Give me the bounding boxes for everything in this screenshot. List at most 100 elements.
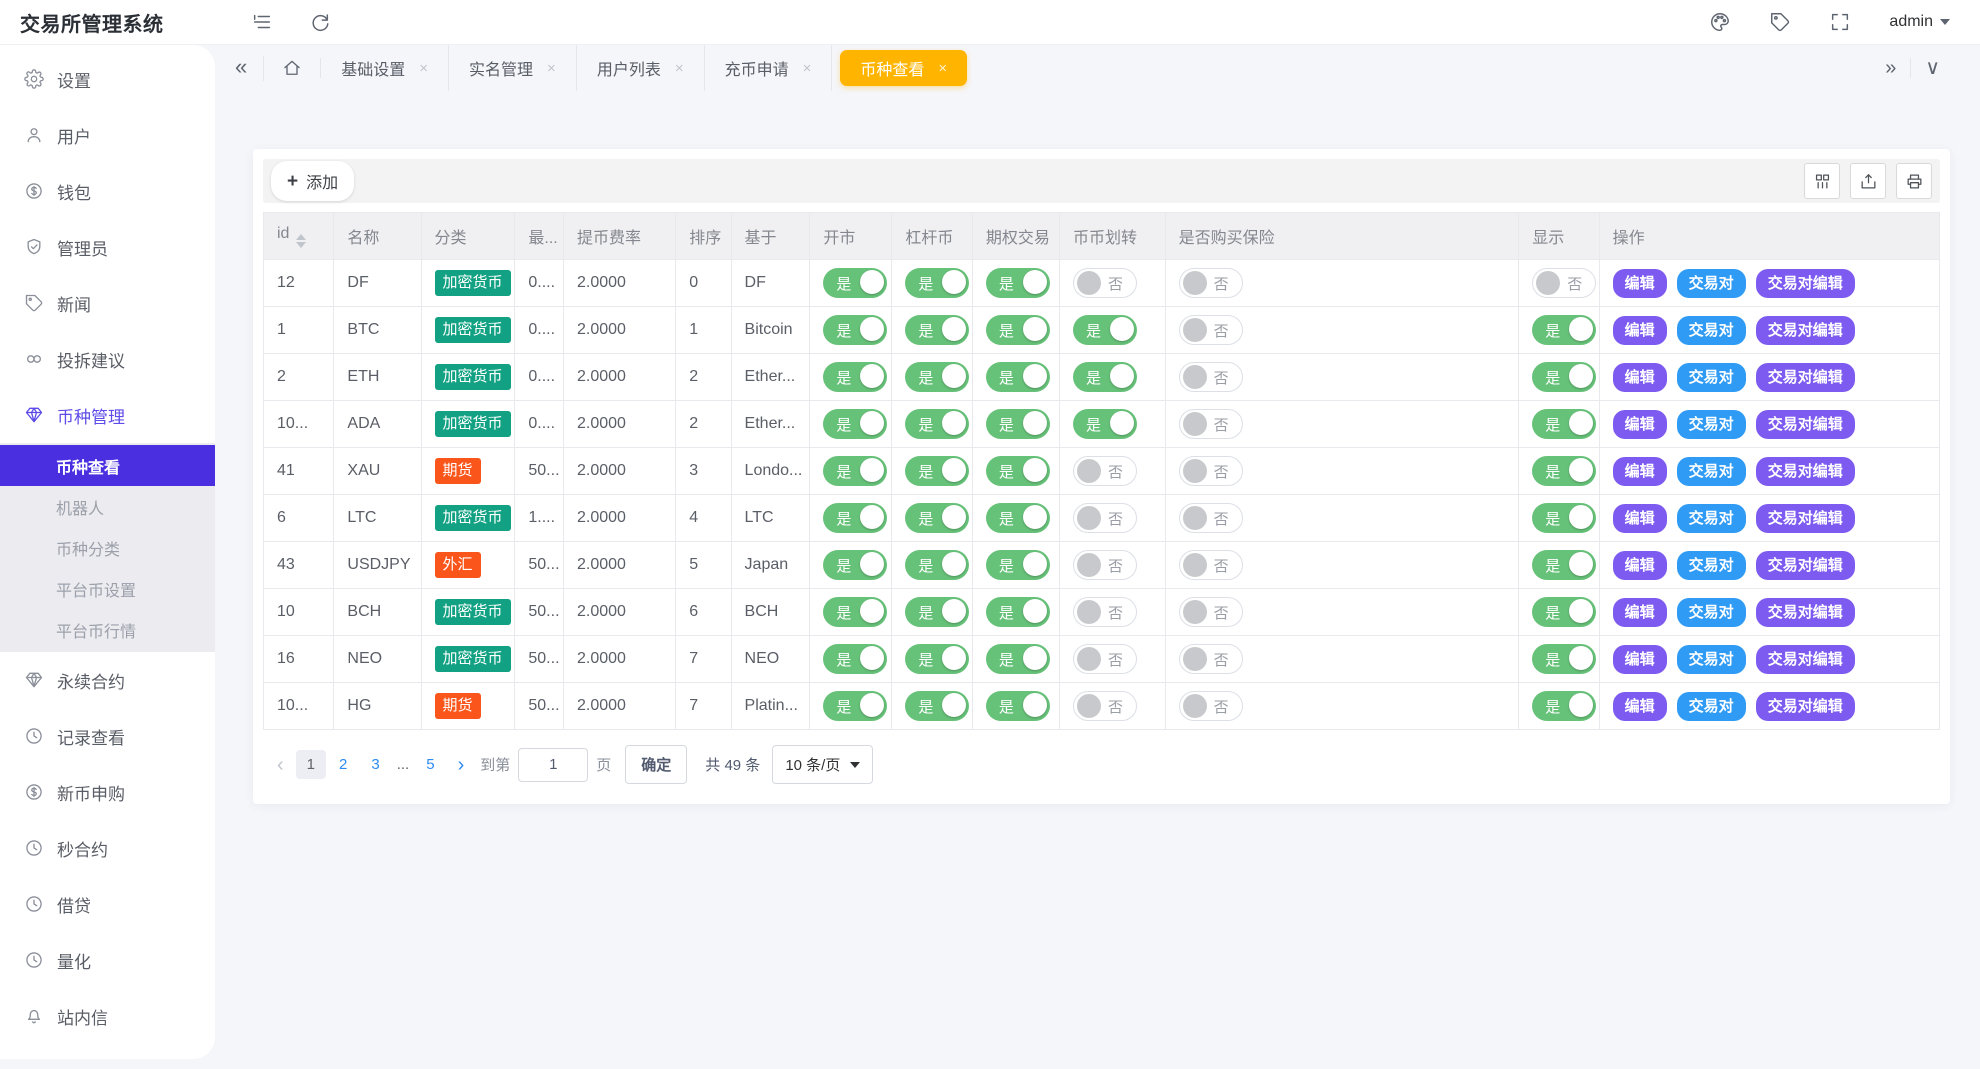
show-toggle[interactable]: 是: [1532, 456, 1597, 486]
column-header-id[interactable]: id: [262, 212, 335, 260]
sidebar-item-管理员[interactable]: 管理员: [0, 219, 215, 275]
show-toggle[interactable]: 是: [1532, 691, 1597, 721]
fullscreen-icon[interactable]: [1829, 10, 1851, 34]
insurance-toggle[interactable]: 否: [1178, 315, 1243, 345]
trade-pair-button[interactable]: 交易对: [1676, 503, 1746, 533]
trade-pair-edit-button[interactable]: 交易对编辑: [1755, 691, 1855, 721]
transfer-toggle[interactable]: 否: [1073, 268, 1137, 298]
insurance-toggle[interactable]: 否: [1178, 362, 1243, 392]
page-number-1[interactable]: 1: [295, 750, 327, 779]
insurance-toggle[interactable]: 否: [1178, 409, 1243, 439]
sidebar-item-投拆建议[interactable]: 投拆建议: [0, 331, 215, 387]
sidebar-item-新币申购[interactable]: 新币申购: [0, 764, 215, 820]
tab-实名管理[interactable]: 实名管理 ×: [449, 45, 577, 91]
lever-toggle[interactable]: 是: [905, 691, 970, 721]
trade-pair-button[interactable]: 交易对: [1676, 362, 1746, 392]
show-toggle[interactable]: 是: [1532, 597, 1597, 627]
page-size-select[interactable]: 10 条/页: [772, 745, 874, 784]
option-toggle[interactable]: 是: [985, 268, 1050, 298]
open-toggle[interactable]: 是: [823, 268, 888, 298]
lever-toggle[interactable]: 是: [905, 550, 970, 580]
transfer-toggle[interactable]: 否: [1073, 456, 1137, 486]
tab-充币申请[interactable]: 充币申请 ×: [705, 45, 833, 91]
prev-page-icon[interactable]: ‹: [269, 755, 292, 775]
page-number-5[interactable]: 5: [415, 750, 445, 779]
close-icon[interactable]: ×: [675, 61, 684, 76]
show-toggle[interactable]: 是: [1532, 315, 1597, 345]
show-toggle[interactable]: 是: [1532, 409, 1597, 439]
edit-button[interactable]: 编辑: [1612, 503, 1667, 533]
sidebar-item-秒合约[interactable]: 秒合约: [0, 820, 215, 876]
insurance-toggle[interactable]: 否: [1178, 268, 1243, 298]
show-toggle[interactable]: 是: [1532, 550, 1597, 580]
trade-pair-edit-button[interactable]: 交易对编辑: [1755, 315, 1855, 345]
tab-用户列表[interactable]: 用户列表 ×: [577, 45, 705, 91]
option-toggle[interactable]: 是: [985, 456, 1050, 486]
home-tab-icon[interactable]: [264, 58, 322, 78]
show-toggle[interactable]: 否: [1532, 268, 1597, 298]
sidebar-subitem-平台币设置[interactable]: 平台币设置: [0, 568, 215, 609]
close-icon[interactable]: ×: [547, 61, 556, 76]
insurance-toggle[interactable]: 否: [1178, 644, 1243, 674]
sidebar-item-新闻[interactable]: 新闻: [0, 275, 215, 331]
sidebar-item-记录查看[interactable]: 记录查看: [0, 708, 215, 764]
open-toggle[interactable]: 是: [823, 315, 888, 345]
lever-toggle[interactable]: 是: [905, 268, 970, 298]
sidebar-item-站内信[interactable]: 站内信: [0, 988, 215, 1044]
trade-pair-button[interactable]: 交易对: [1676, 550, 1746, 580]
user-menu[interactable]: admin: [1889, 13, 1950, 31]
option-toggle[interactable]: 是: [985, 315, 1050, 345]
tab-币种查看[interactable]: 币种查看 ×: [840, 50, 968, 86]
sidebar-item-永续合约[interactable]: 永续合约: [0, 652, 215, 708]
edit-button[interactable]: 编辑: [1612, 409, 1667, 439]
option-toggle[interactable]: 是: [985, 362, 1050, 392]
insurance-toggle[interactable]: 否: [1178, 456, 1243, 486]
transfer-toggle[interactable]: 否: [1073, 644, 1137, 674]
trade-pair-button[interactable]: 交易对: [1676, 644, 1746, 674]
transfer-toggle[interactable]: 否: [1073, 503, 1137, 533]
open-toggle[interactable]: 是: [823, 456, 888, 486]
transfer-toggle[interactable]: 是: [1073, 409, 1137, 439]
sidebar-subitem-币种查看[interactable]: 币种查看: [0, 445, 215, 486]
trade-pair-button[interactable]: 交易对: [1676, 691, 1746, 721]
open-toggle[interactable]: 是: [823, 409, 888, 439]
insurance-toggle[interactable]: 否: [1178, 503, 1243, 533]
option-toggle[interactable]: 是: [985, 409, 1050, 439]
edit-button[interactable]: 编辑: [1612, 268, 1667, 298]
edit-button[interactable]: 编辑: [1612, 644, 1667, 674]
lever-toggle[interactable]: 是: [905, 409, 970, 439]
page-number-2[interactable]: 2: [328, 750, 358, 779]
trade-pair-button[interactable]: 交易对: [1676, 456, 1746, 486]
option-toggle[interactable]: 是: [985, 691, 1050, 721]
lever-toggle[interactable]: 是: [905, 503, 970, 533]
transfer-toggle[interactable]: 否: [1073, 550, 1137, 580]
lever-toggle[interactable]: 是: [905, 362, 970, 392]
trade-pair-button[interactable]: 交易对: [1676, 315, 1746, 345]
show-toggle[interactable]: 是: [1532, 644, 1597, 674]
open-toggle[interactable]: 是: [823, 550, 888, 580]
insurance-toggle[interactable]: 否: [1178, 597, 1243, 627]
open-toggle[interactable]: 是: [823, 597, 888, 627]
sidebar-item-钱包[interactable]: 钱包: [0, 163, 215, 219]
open-toggle[interactable]: 是: [823, 503, 888, 533]
edit-button[interactable]: 编辑: [1612, 550, 1667, 580]
lever-toggle[interactable]: 是: [905, 644, 970, 674]
export-button[interactable]: [1850, 163, 1886, 199]
add-button[interactable]: + 添加: [271, 161, 355, 201]
page-number-3[interactable]: 3: [360, 750, 390, 779]
sidebar-item-用户[interactable]: 用户: [0, 107, 215, 163]
option-toggle[interactable]: 是: [985, 644, 1050, 674]
close-icon[interactable]: ×: [938, 61, 947, 76]
transfer-toggle[interactable]: 是: [1073, 362, 1137, 392]
transfer-toggle[interactable]: 是: [1073, 315, 1137, 345]
sidebar-item-借贷[interactable]: 借贷: [0, 876, 215, 932]
transfer-toggle[interactable]: 否: [1073, 597, 1137, 627]
open-toggle[interactable]: 是: [823, 691, 888, 721]
edit-button[interactable]: 编辑: [1612, 456, 1667, 486]
transfer-toggle[interactable]: 否: [1073, 691, 1137, 721]
print-button[interactable]: [1896, 163, 1932, 199]
trade-pair-edit-button[interactable]: 交易对编辑: [1755, 456, 1855, 486]
show-toggle[interactable]: 是: [1532, 503, 1597, 533]
close-icon[interactable]: ×: [419, 61, 428, 76]
goto-page-input[interactable]: [518, 747, 589, 782]
